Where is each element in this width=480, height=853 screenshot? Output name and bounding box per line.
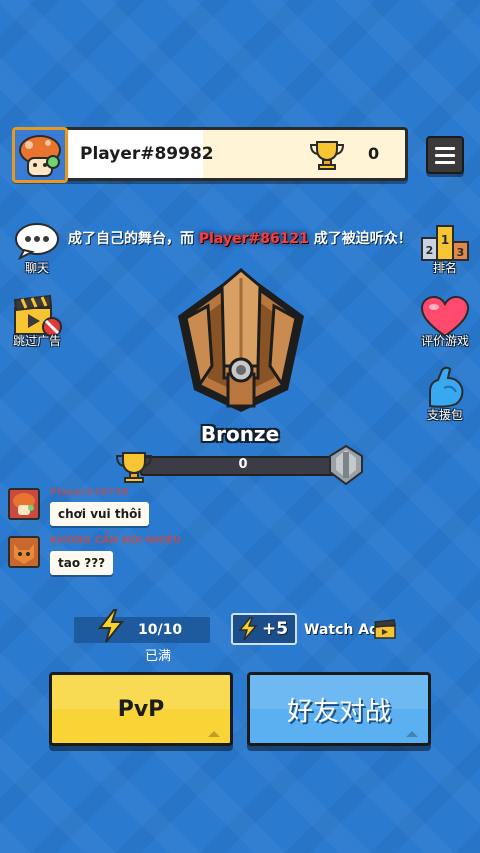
chat-label: 聊天 [24,261,49,275]
energy-bonus: +5 [262,619,289,639]
announcement-text: 成了自己的舞台，而 Player#86121 成了被迫听众！ [68,228,412,248]
lightning-bolt-icon [97,609,125,643]
chat-icon[interactable] [14,222,60,260]
chat-message-bubble: chơi vui thôi [50,502,150,526]
watch-ad-label[interactable]: Watch Ad [304,622,379,638]
mushroom-avatar-icon [15,130,65,180]
pvp-button[interactable]: PvP [49,672,233,746]
lightning-bolt-icon [238,617,258,641]
rank-progress-text: 0 [238,457,248,472]
silver-helmet-icon [329,444,363,486]
chat-sender-name: KHÔNG CẦN NÓI NHIỀU [50,535,182,546]
chat-sender-name: Player#36738 [50,487,129,498]
player-avatar[interactable] [12,127,68,183]
clapperboard-icon [374,619,396,639]
menu-icon [435,146,455,150]
svg-text:2: 2 [426,244,434,257]
mushroom-avatar-icon [13,493,35,515]
skip-ad-label: 跳过广告 [12,334,61,348]
svg-text:3: 3 [457,246,465,259]
friend-battle-button[interactable]: 好友对战 [247,672,431,746]
fox-avatar-icon [14,544,34,564]
menu-button[interactable] [426,136,464,174]
rank-label: 排名 [432,261,457,275]
player-name: Player#89982 [80,144,214,164]
trophy-count: 0 [368,144,380,163]
pvp-button-label: PvP [117,696,165,722]
energy-status: 已满 [144,649,171,664]
chat-avatar[interactable] [8,536,40,568]
chat-avatar[interactable] [8,488,40,520]
rank-name: Bronze [200,422,280,446]
trophy-cup-icon [115,452,153,483]
energy-count: 10/10 [138,622,183,638]
announcement-prefix: 成了自己的舞台，而 [68,231,194,247]
announcement-suffix: 成了被迫听众！ [313,231,412,247]
muscle-arm-icon[interactable] [424,366,466,410]
support-pack-label: 支援包 [426,408,463,422]
trophy-icon [309,141,345,170]
svg-text:1: 1 [441,233,449,247]
bronze-rank-badge-icon[interactable] [172,266,310,416]
leaderboard-icon[interactable]: 2 1 3 [420,222,470,262]
rate-game-label: 评价游戏 [420,334,469,348]
chat-message-bubble: tao ??? [50,551,114,575]
friend-battle-button-label: 好友对战 [286,696,391,727]
announcement-player: Player#86121 [198,231,309,247]
